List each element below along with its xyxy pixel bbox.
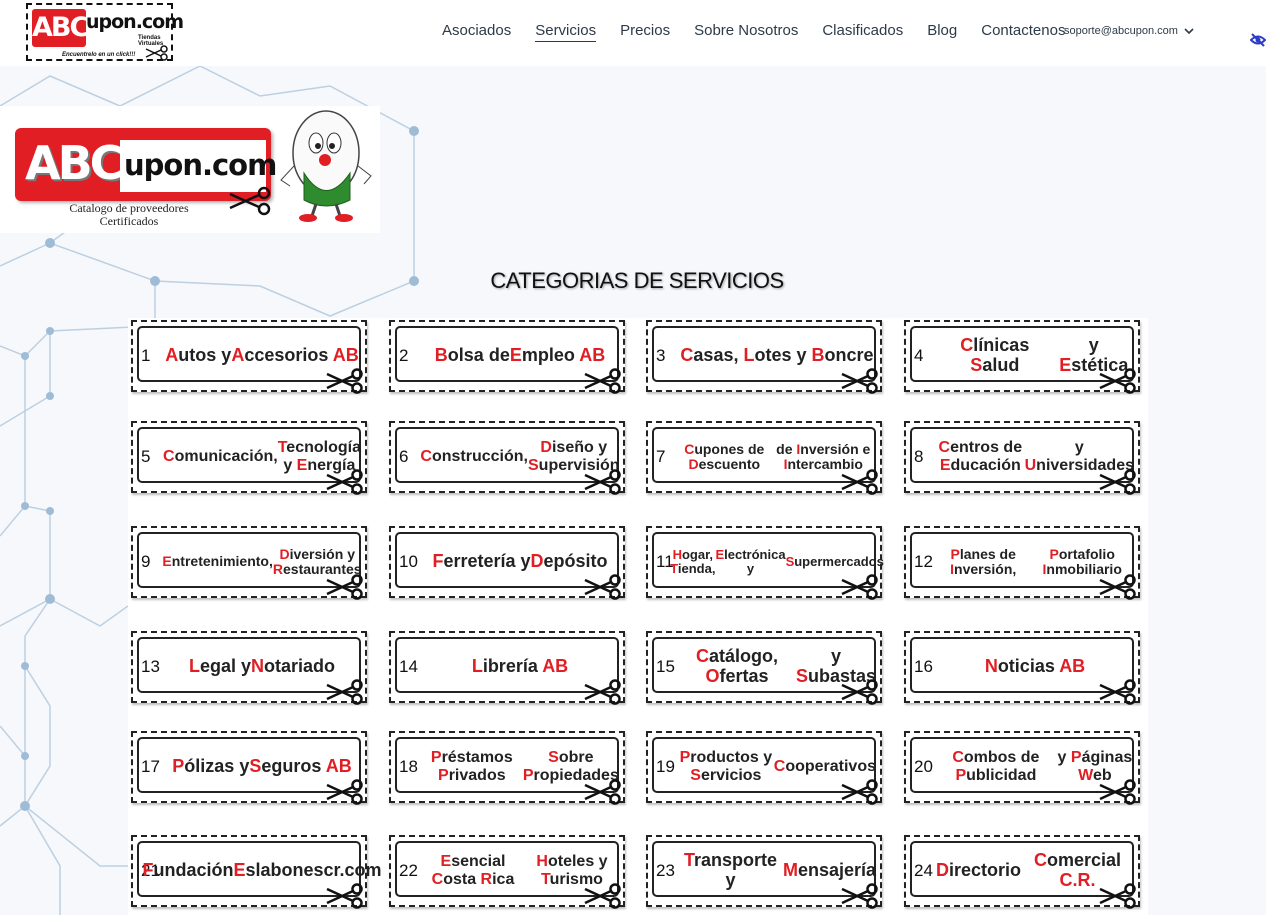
- category-number: 17: [141, 757, 160, 776]
- nav-link-clasificados[interactable]: Clasificados: [822, 22, 903, 42]
- category-coupon-11[interactable]: 11 Hogar, Tienda, Electrónica y Supermercad…: [646, 526, 884, 600]
- scissors-icon: [1099, 883, 1136, 909]
- chevron-down-icon: [1184, 27, 1194, 34]
- nav-link-contactenos[interactable]: Contactenos: [981, 22, 1065, 42]
- category-coupon-24[interactable]: 24 Directorio Comercial C.R.: [904, 835, 1140, 909]
- category-number: 3: [656, 346, 666, 365]
- category-number: 14: [399, 657, 418, 676]
- banner-logo-abc: ABC: [25, 136, 123, 190]
- category-number: 22: [399, 861, 418, 880]
- scissors-icon: [841, 779, 878, 805]
- category-coupon-4[interactable]: 4 Clínicas Salud y Estética: [904, 320, 1140, 394]
- user-menu[interactable]: soporte@abcupon.com: [1064, 25, 1194, 37]
- category-coupon-17[interactable]: 17 Pólizas y Seguros AB: [131, 731, 367, 805]
- category-coupon-5[interactable]: 5 Comunicación, Tecnología y Energía: [131, 421, 367, 495]
- scissors-icon: [841, 574, 878, 600]
- site-logo[interactable]: ABC upon.com Tiendas Virtuales Encuentre…: [26, 3, 184, 61]
- nav-link-servicios[interactable]: Servicios: [535, 22, 597, 42]
- banner-logo-upon: upon.com: [124, 148, 277, 182]
- category-number: 2: [399, 346, 409, 365]
- top-navbar: ABC upon.com Tiendas Virtuales Encuentre…: [0, 0, 1266, 66]
- scissors-icon: [1099, 679, 1136, 705]
- category-coupon-3[interactable]: 3 Casas, Lotes y Boncre: [646, 320, 882, 394]
- scissors-icon: [584, 679, 621, 705]
- nav-link-blog[interactable]: Blog: [927, 22, 957, 42]
- category-number: 13: [141, 657, 160, 676]
- category-number: 8: [914, 447, 924, 466]
- scissors-icon: [1099, 469, 1136, 495]
- category-number: 23: [656, 861, 675, 880]
- category-number: 16: [914, 657, 933, 676]
- category-coupon-15[interactable]: 15 Catálogo, Ofertas y Subastas: [646, 631, 882, 705]
- scissors-icon: [1099, 779, 1136, 805]
- nav-link-asociados[interactable]: Asociados: [442, 22, 511, 42]
- nav-link-sobre-nosotros[interactable]: Sobre Nosotros: [694, 22, 798, 42]
- category-coupon-2[interactable]: 2 Bolsa de Empleo AB: [389, 320, 625, 394]
- eye-slash-icon[interactable]: [1250, 33, 1266, 47]
- category-coupon-19[interactable]: 19 Productos y Servicios Cooperativos: [646, 731, 882, 805]
- category-coupon-18[interactable]: 18 Préstamos Privados Sobre Propiedades: [389, 731, 625, 805]
- category-coupon-8[interactable]: 8 Centros de Educación y Universidades: [904, 421, 1140, 495]
- category-coupon-22[interactable]: 22 Esencial Costa Rica Hoteles y Turismo: [389, 835, 625, 909]
- category-coupon-20[interactable]: 20 Combos de Publicidad y Páginas Web: [904, 731, 1140, 805]
- scissors-icon: [841, 368, 878, 394]
- scissors-icon: [584, 883, 621, 909]
- scissors-icon: [841, 883, 878, 909]
- scissors-icon: [1099, 368, 1136, 394]
- scissors-icon: [584, 779, 621, 805]
- scissors-icon: [326, 883, 363, 909]
- scissors-icon: [841, 469, 878, 495]
- category-number: 5: [141, 447, 151, 466]
- category-number: 7: [656, 447, 666, 466]
- scissors-icon: [326, 368, 363, 394]
- scissors-icon: [229, 186, 271, 216]
- category-coupon-9[interactable]: 9 Entretenimiento, Diversión y Restaurante…: [131, 526, 367, 600]
- category-coupon-16[interactable]: 16 Noticias AB: [904, 631, 1140, 705]
- logo-upon-text: upon.com: [86, 11, 184, 33]
- category-number: 4: [914, 346, 924, 365]
- scissors-icon: [326, 469, 363, 495]
- category-coupon-14[interactable]: 14 Librería AB: [389, 631, 625, 705]
- category-number: 1: [141, 346, 151, 365]
- scissors-icon: [841, 679, 878, 705]
- scissors-icon: [326, 679, 363, 705]
- scissors-icon: [584, 469, 621, 495]
- page-title: CATEGORIAS DE SERVICIOS: [490, 268, 784, 293]
- main-nav: Asociados Servicios Precios Sobre Nosotros C…: [442, 22, 1089, 42]
- banner-caption: Catalogo de proveedores Certificados: [69, 201, 189, 228]
- category-coupon-1[interactable]: 1 Autos y Accesorios AB: [131, 320, 367, 394]
- category-coupon-21[interactable]: 21 Fundación Eslabonescr.com: [131, 835, 382, 909]
- category-number: 18: [399, 757, 418, 776]
- category-number: 15: [656, 657, 675, 676]
- logo-slogan: Encuentrelo en un click!!!: [62, 52, 136, 58]
- scissors-icon: [584, 574, 621, 600]
- scissors-icon: [145, 45, 168, 61]
- category-number: 20: [914, 757, 933, 776]
- category-coupon-7[interactable]: 7 Cupones de Descuento de Inversión e Inte…: [646, 421, 882, 495]
- scissors-icon: [584, 368, 621, 394]
- category-number: 24: [914, 861, 933, 880]
- scissors-icon: [326, 779, 363, 805]
- category-coupon-6[interactable]: 6 Construcción, Diseño y Supervisión: [389, 421, 625, 495]
- category-coupon-10[interactable]: 10 Ferretería y Depósito: [389, 526, 625, 600]
- categories-grid: 1 Autos y Accesorios AB 2 Bolsa de Empleo AB 3…: [128, 318, 1148, 915]
- scissors-icon: [1099, 574, 1136, 600]
- category-number: 12: [914, 552, 933, 571]
- user-email: soporte@abcupon.com: [1064, 25, 1178, 37]
- category-number: 19: [656, 757, 675, 776]
- category-number: 6: [399, 447, 409, 466]
- logo-abc-text: ABC: [32, 9, 89, 47]
- catalog-banner: ABC upon.com Catalogo de proveedores Cer…: [0, 106, 380, 233]
- category-number: 10: [399, 552, 418, 571]
- category-coupon-13[interactable]: 13 Legal y Notariado: [131, 631, 367, 705]
- category-coupon-23[interactable]: 23 Transporte y Mensajería: [646, 835, 882, 909]
- egg-mascot-icon: [280, 110, 372, 222]
- category-coupon-12[interactable]: 12 Planes de Inversión, Portafolio Inmobil…: [904, 526, 1140, 600]
- nav-link-precios[interactable]: Precios: [620, 22, 670, 42]
- scissors-icon: [326, 574, 363, 600]
- category-number: 9: [141, 552, 151, 571]
